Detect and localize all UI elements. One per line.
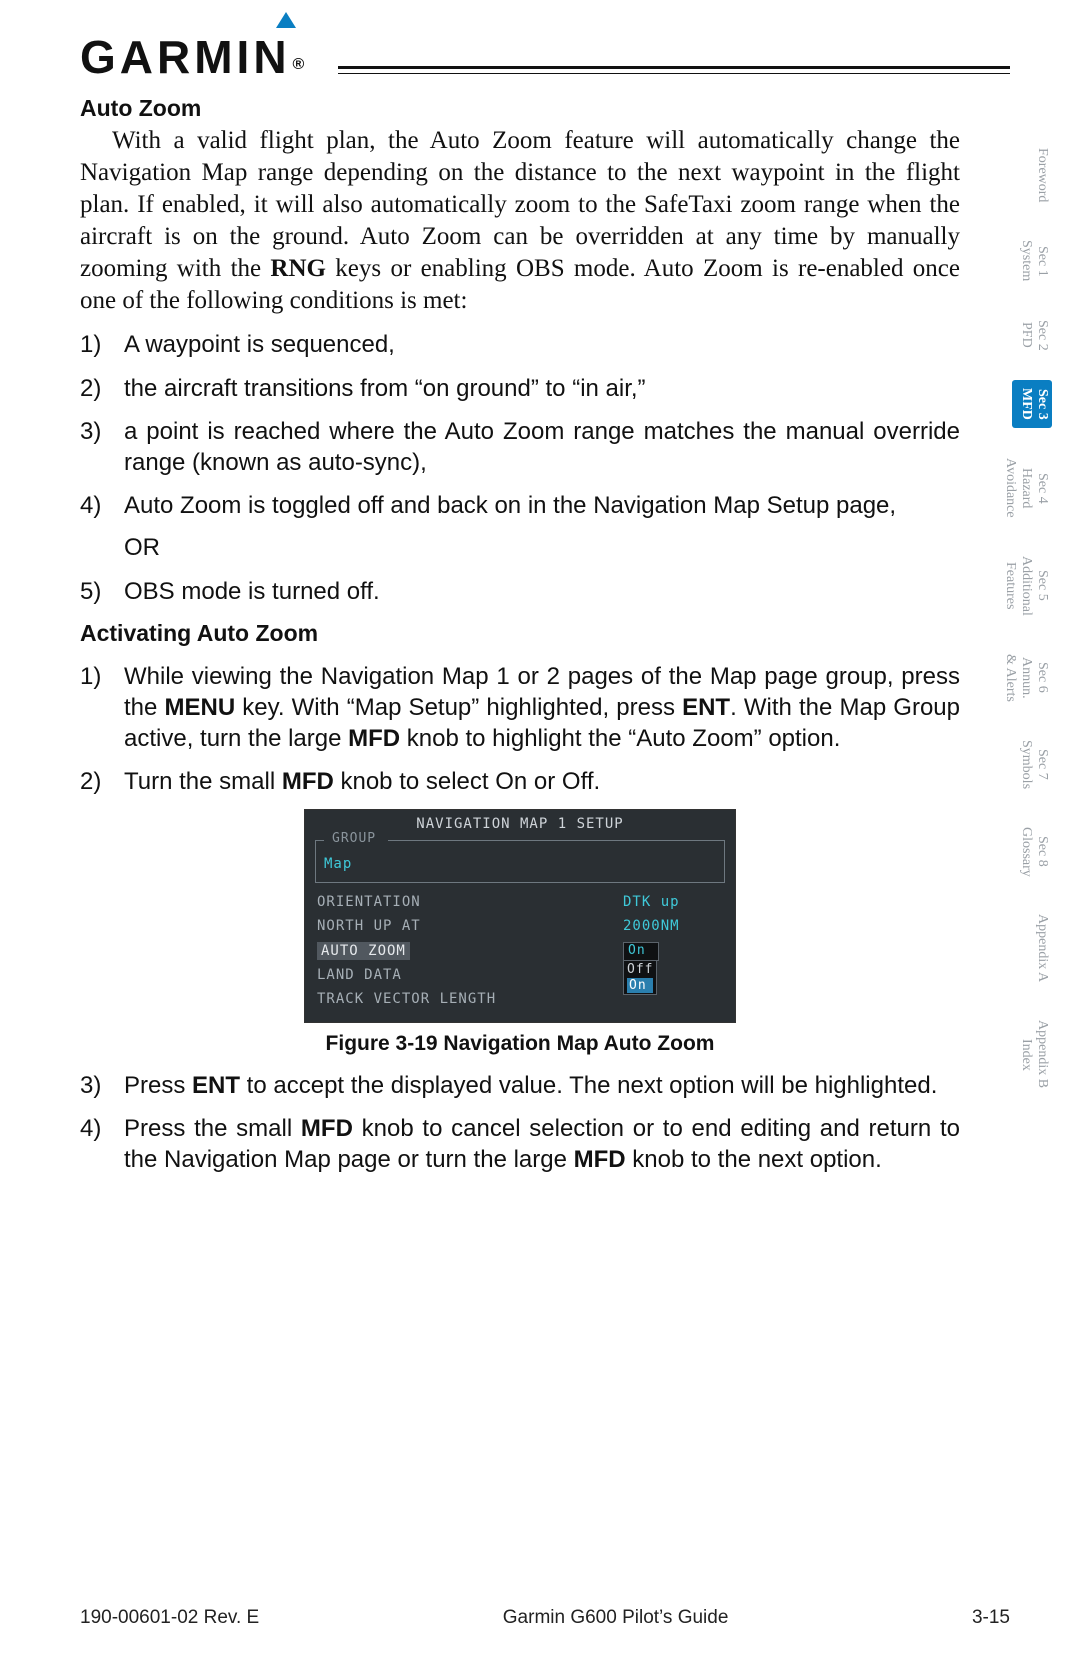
- group-label: GROUP: [326, 831, 382, 848]
- ent-key-label: ENT: [682, 694, 730, 721]
- list-item: 1) While viewing the Navigation Map 1 or…: [80, 661, 960, 755]
- list-number: 2): [80, 373, 124, 404]
- ent-key-label: ENT: [192, 1072, 240, 1099]
- list-text: A waypoint is sequenced,: [124, 329, 960, 360]
- setup-row-value: OnOffOn: [623, 942, 723, 961]
- list-text: While viewing the Navigation Map 1 or 2 …: [124, 661, 960, 755]
- setup-row: NORTH UP AT2000NM: [315, 915, 725, 939]
- list-number: 1): [80, 661, 124, 755]
- setup-row-label: ORIENTATION: [317, 894, 623, 912]
- header: GARMIN®: [80, 30, 1010, 84]
- mfd-knob-label: MFD: [301, 1115, 353, 1142]
- logo-triangle-icon: [276, 12, 296, 28]
- setup-row-label: TRACK VECTOR LENGTH: [317, 991, 623, 1009]
- logo-text: GARMIN: [80, 31, 291, 83]
- list-number: 2): [80, 766, 124, 797]
- thumb-tab[interactable]: Sec 5 Additional Features: [1012, 548, 1052, 624]
- conditions-list: 1)A waypoint is sequenced,2)the aircraft…: [80, 329, 960, 521]
- page-footer: 190-00601-02 Rev. E Garmin G600 Pilot’s …: [80, 1607, 1010, 1629]
- setup-row-value: DTK up: [623, 894, 723, 912]
- list-text: Press ENT to accept the displayed value.…: [124, 1070, 960, 1101]
- thumb-tab[interactable]: Appendix B Index: [1012, 1012, 1052, 1096]
- header-rule: [338, 66, 1010, 74]
- footer-title: Garmin G600 Pilot’s Guide: [503, 1607, 729, 1629]
- conditions-list-cont: 5) OBS mode is turned off.: [80, 576, 960, 607]
- mfd-knob-label: MFD: [348, 725, 400, 752]
- list-item: 5) OBS mode is turned off.: [80, 576, 960, 607]
- setup-row: AUTO ZOOMOnOffOn: [315, 939, 725, 964]
- list-item: 1)A waypoint is sequenced,: [80, 329, 960, 360]
- list-text: Press the small MFD knob to cancel selec…: [124, 1113, 960, 1175]
- thumb-tab[interactable]: Sec 6 Annun. & Alerts: [1012, 646, 1052, 710]
- section-title-auto-zoom: Auto Zoom: [80, 94, 960, 123]
- side-thumb-tabs: Foreword Sec 1 System Sec 2 PFD Sec 3 MFD Se…: [1012, 140, 1052, 1097]
- setup-row-label: LAND DATA: [317, 967, 623, 985]
- activation-steps-cont: 3) Press ENT to accept the displayed val…: [80, 1070, 960, 1176]
- list-number: 3): [80, 416, 124, 478]
- thumb-tab[interactable]: Sec 3 MFD: [1012, 380, 1052, 428]
- mfd-knob-label: MFD: [574, 1146, 626, 1173]
- list-item: 2) Turn the small MFD knob to select On …: [80, 766, 960, 797]
- list-text: a point is reached where the Auto Zoom r…: [124, 416, 960, 478]
- thumb-tab[interactable]: Sec 2 PFD: [1012, 312, 1052, 359]
- auto-zoom-paragraph: With a valid flight plan, the Auto Zoom …: [80, 125, 960, 317]
- rng-key-label: RNG: [270, 255, 326, 282]
- setup-row: TRACK VECTOR LENGTH: [315, 988, 725, 1012]
- figure-caption: Figure 3-19 Navigation Map Auto Zoom: [80, 1031, 960, 1058]
- setup-row-value: 2000NM: [623, 918, 723, 936]
- list-number: 4): [80, 1113, 124, 1175]
- list-number: 5): [80, 576, 124, 607]
- section-title-activating: Activating Auto Zoom: [80, 619, 960, 648]
- setup-row: ORIENTATIONDTK up: [315, 891, 725, 915]
- thumb-tab[interactable]: Foreword: [1012, 140, 1052, 210]
- footer-docnum: 190-00601-02 Rev. E: [80, 1607, 259, 1629]
- list-item: 4)Auto Zoom is toggled off and back on i…: [80, 490, 960, 521]
- list-number: 3): [80, 1070, 124, 1101]
- list-item: 3) Press ENT to accept the displayed val…: [80, 1070, 960, 1101]
- list-text: the aircraft transitions from “on ground…: [124, 373, 960, 404]
- list-item: 2)the aircraft transitions from “on grou…: [80, 373, 960, 404]
- list-text: Turn the small MFD knob to select On or …: [124, 766, 960, 797]
- group-box: GROUP Map: [315, 840, 725, 883]
- screenshot-rows: ORIENTATIONDTK upNORTH UP AT2000NMAUTO Z…: [315, 891, 725, 1011]
- list-item: 4) Press the small MFD knob to cancel se…: [80, 1113, 960, 1175]
- thumb-tab[interactable]: Sec 1 System: [1012, 232, 1052, 289]
- garmin-logo: GARMIN®: [80, 30, 324, 84]
- thumb-tab[interactable]: Appendix A: [1012, 906, 1052, 990]
- menu-key-label: MENU: [164, 694, 235, 721]
- list-number: 1): [80, 329, 124, 360]
- thumb-tab[interactable]: Sec 4 Hazard Avoidance: [1012, 450, 1052, 526]
- setup-row: LAND DATA: [315, 964, 725, 988]
- activation-steps: 1) While viewing the Navigation Map 1 or…: [80, 661, 960, 798]
- page-content: Auto Zoom With a valid flight plan, the …: [80, 94, 960, 1175]
- setup-row-label: NORTH UP AT: [317, 918, 623, 936]
- list-text: OBS mode is turned off.: [124, 576, 960, 607]
- list-item: 3)a point is reached where the Auto Zoom…: [80, 416, 960, 478]
- registered-icon: ®: [293, 56, 309, 73]
- mfd-knob-label: MFD: [282, 768, 334, 795]
- or-separator: OR: [124, 533, 960, 564]
- list-number: 4): [80, 490, 124, 521]
- footer-page: 3-15: [972, 1607, 1010, 1629]
- nav-map-setup-screenshot: NAVIGATION MAP 1 SETUP GROUP Map ORIENTA…: [304, 809, 736, 1022]
- setup-row-label: AUTO ZOOM: [317, 943, 623, 961]
- list-text: Auto Zoom is toggled off and back on in …: [124, 490, 960, 521]
- group-value: Map: [324, 856, 352, 872]
- thumb-tab[interactable]: Sec 7 Symbols: [1012, 732, 1052, 797]
- thumb-tab[interactable]: Sec 8 Glossary: [1012, 819, 1052, 885]
